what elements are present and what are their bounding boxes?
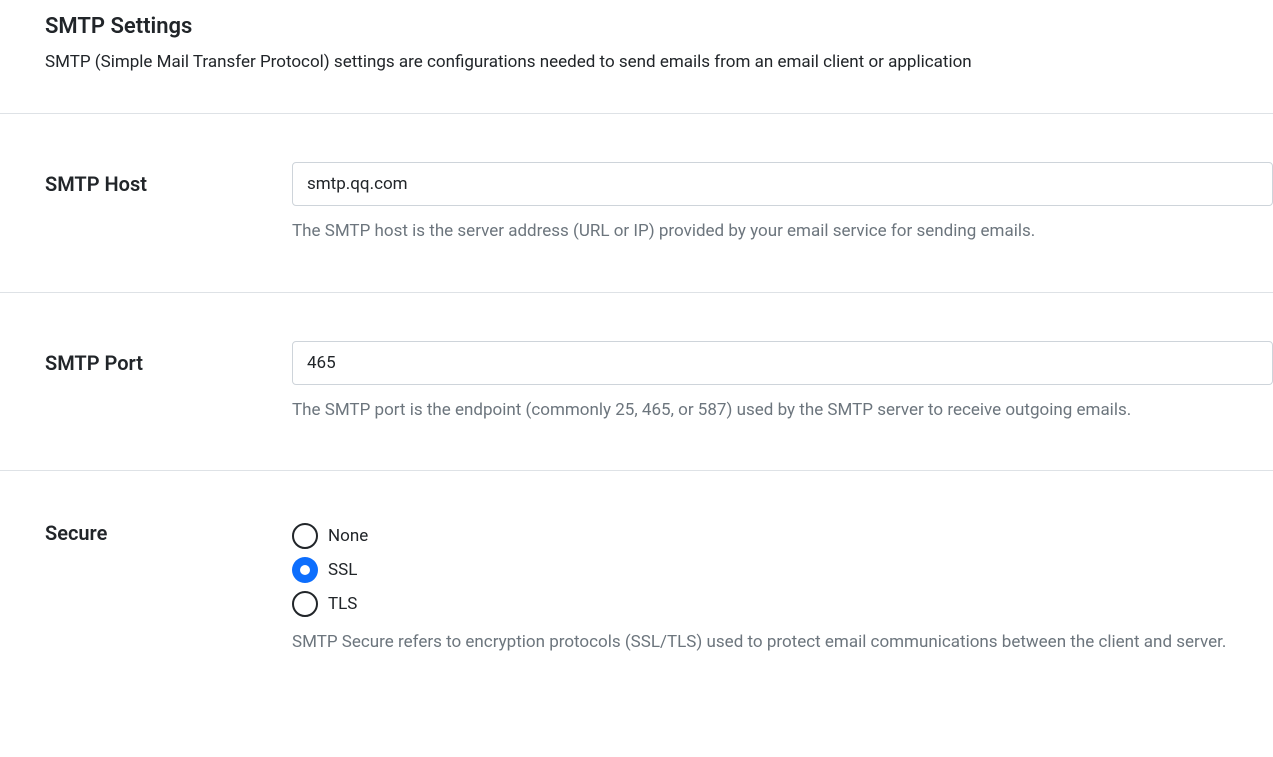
smtp-port-input[interactable]: [292, 341, 1273, 385]
secure-label: Secure: [45, 519, 292, 545]
secure-help: SMTP Secure refers to encryption protoco…: [292, 631, 1273, 655]
page-title: SMTP Settings: [45, 14, 1228, 39]
radio-icon: [292, 591, 318, 617]
secure-radio-group: None SSL TLS: [292, 519, 1273, 617]
smtp-port-field: SMTP Port The SMTP port is the endpoint …: [0, 292, 1273, 471]
secure-option-none[interactable]: None: [292, 523, 1273, 549]
smtp-host-help: The SMTP host is the server address (URL…: [292, 220, 1273, 244]
smtp-host-field: SMTP Host The SMTP host is the server ad…: [0, 113, 1273, 292]
secure-option-tls[interactable]: TLS: [292, 591, 1273, 617]
smtp-port-help: The SMTP port is the endpoint (commonly …: [292, 399, 1273, 423]
smtp-settings-header: SMTP Settings SMTP (Simple Mail Transfer…: [0, 0, 1273, 113]
secure-field: Secure None SSL TLS SMTP Secure refers t…: [0, 470, 1273, 703]
radio-icon: [292, 557, 318, 583]
smtp-port-content: The SMTP port is the endpoint (commonly …: [292, 341, 1273, 423]
secure-option-ssl[interactable]: SSL: [292, 557, 1273, 583]
smtp-host-input[interactable]: [292, 162, 1273, 206]
radio-icon: [292, 523, 318, 549]
secure-option-ssl-label: SSL: [328, 560, 357, 580]
secure-option-tls-label: TLS: [328, 594, 357, 614]
smtp-port-label: SMTP Port: [45, 341, 292, 375]
smtp-host-label: SMTP Host: [45, 162, 292, 196]
smtp-host-content: The SMTP host is the server address (URL…: [292, 162, 1273, 244]
page-description: SMTP (Simple Mail Transfer Protocol) set…: [45, 51, 1228, 75]
secure-option-none-label: None: [328, 526, 368, 546]
secure-content: None SSL TLS SMTP Secure refers to encry…: [292, 519, 1273, 655]
